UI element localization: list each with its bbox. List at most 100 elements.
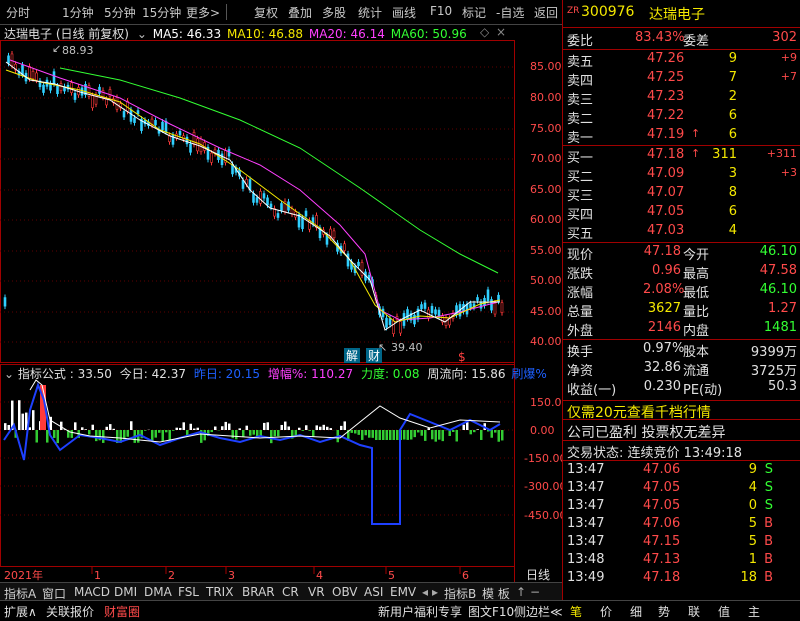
tb-duogu[interactable]: 多股 bbox=[322, 4, 346, 21]
side-tab-shi[interactable]: 势 bbox=[658, 603, 670, 620]
indicator-name[interactable]: 指标公式 bbox=[18, 367, 66, 381]
candle bbox=[137, 111, 139, 114]
quote-stat-row: 涨幅2.08%最低46.10 bbox=[563, 282, 800, 302]
orderbook-row[interactable]: 买五47.034 bbox=[563, 223, 800, 243]
tab-emv[interactable]: EMV bbox=[390, 585, 416, 599]
tab-dmi[interactable]: DMI bbox=[114, 585, 137, 599]
orderbook-row[interactable]: 买二47.093+3 bbox=[563, 166, 800, 186]
period-label[interactable]: 日线 bbox=[526, 568, 550, 582]
tab-vr[interactable]: VR bbox=[308, 585, 325, 599]
tb-back[interactable]: 返回 bbox=[534, 4, 558, 21]
tb-5min[interactable]: 5分钟 bbox=[104, 4, 136, 21]
orderbook-row[interactable]: 卖三47.232 bbox=[563, 89, 800, 109]
tick-side: B bbox=[764, 516, 773, 531]
indicator-bar bbox=[284, 422, 287, 430]
side-tab-xi[interactable]: 细 bbox=[630, 603, 642, 620]
diamond-icon[interactable]: ◇ bbox=[480, 25, 489, 39]
stat-label: 量比 bbox=[683, 301, 709, 320]
tab-obv[interactable]: OBV bbox=[332, 585, 358, 599]
side-tab-zhu[interactable]: 主 bbox=[748, 603, 760, 620]
arrow-up-icon: ↑ bbox=[691, 127, 700, 140]
tab-asi[interactable]: ASI bbox=[364, 585, 383, 599]
indicator-bar bbox=[106, 427, 109, 430]
indicator-bar bbox=[382, 430, 385, 440]
minus-icon[interactable]: − bbox=[530, 585, 540, 599]
orderbook-row[interactable]: 卖一47.19↑6 bbox=[563, 127, 800, 147]
wealth-circle-button[interactable]: 财富圈 bbox=[104, 603, 140, 620]
chevron-left-icon[interactable]: ◂ bbox=[422, 585, 428, 599]
side-tab-lian[interactable]: 联 bbox=[688, 603, 700, 620]
expand-button[interactable]: 扩展∧ bbox=[4, 603, 37, 620]
orderbook-row[interactable]: 买四47.056 bbox=[563, 204, 800, 224]
tick-time: 13:47 bbox=[567, 516, 604, 531]
orderbook-price: 47.09 bbox=[647, 166, 684, 181]
candle bbox=[81, 88, 83, 95]
tb-diejia[interactable]: 叠加 bbox=[288, 4, 312, 21]
tab-fsl[interactable]: FSL bbox=[178, 585, 199, 599]
tab-trix[interactable]: TRIX bbox=[206, 585, 233, 599]
orderbook-row[interactable]: 卖二47.226 bbox=[563, 108, 800, 128]
candle bbox=[333, 231, 335, 238]
tab-cr[interactable]: CR bbox=[282, 585, 299, 599]
side-tab-bi[interactable]: 笔 bbox=[570, 603, 582, 620]
indicator-bar bbox=[361, 430, 364, 440]
orderbook-row[interactable]: 买三47.078 bbox=[563, 185, 800, 205]
tick-side: B bbox=[764, 552, 773, 567]
indicator-bar bbox=[204, 430, 207, 440]
new-user-link[interactable]: 新用户福利专享 bbox=[378, 603, 462, 620]
indicator-bar bbox=[302, 430, 305, 431]
orderbook-level-label: 买五 bbox=[567, 223, 593, 242]
orderbook-row[interactable]: 卖五47.269+9 bbox=[563, 51, 800, 71]
time-label-6: 6 bbox=[462, 569, 469, 582]
orderbook-level-label: 卖五 bbox=[567, 51, 593, 70]
tb-fuquan[interactable]: 复权 bbox=[254, 4, 278, 21]
tb-biaoji[interactable]: 标记 bbox=[462, 4, 486, 21]
quote-stat-row: 外盘2146内盘1481 bbox=[563, 320, 800, 340]
indicator-today: 今日: 42.37 bbox=[120, 367, 186, 381]
f10-button[interactable]: 图文F10 bbox=[468, 603, 514, 620]
related-quote-button[interactable]: 关联报价 bbox=[46, 603, 94, 620]
candle bbox=[29, 66, 31, 78]
chevron-down-icon[interactable]: ⌄ bbox=[137, 27, 147, 41]
indicator-bar bbox=[386, 430, 389, 440]
ma60-label: MA60: 50.96 bbox=[391, 27, 467, 41]
marker-dollar[interactable]: $ bbox=[458, 350, 466, 364]
candle bbox=[116, 98, 118, 110]
sidebar-toggle[interactable]: 侧边栏≪ bbox=[514, 603, 563, 620]
marker-jie[interactable]: 解 bbox=[346, 349, 358, 363]
close-icon[interactable]: × bbox=[496, 25, 506, 39]
indicator-bar bbox=[456, 430, 459, 441]
side-tab-zhi[interactable]: 值 bbox=[718, 603, 730, 620]
indicator-bar bbox=[92, 425, 95, 430]
tb-1min[interactable]: 1分钟 bbox=[62, 4, 94, 21]
candle bbox=[99, 87, 101, 93]
tab-dma[interactable]: DMA bbox=[144, 585, 172, 599]
tb-tongji[interactable]: 统计 bbox=[358, 4, 382, 21]
tb-fenshi[interactable]: 分时 bbox=[6, 4, 30, 21]
tb-huaxian[interactable]: 画线 bbox=[392, 4, 416, 21]
arrow-up-icon[interactable]: ↑ bbox=[516, 585, 526, 599]
weicha-label: 委差 bbox=[683, 30, 709, 49]
tick-time: 13:48 bbox=[567, 552, 604, 567]
tb-more[interactable]: 更多> bbox=[186, 4, 220, 21]
tab-macd[interactable]: MACD bbox=[74, 585, 110, 599]
chevron-right-icon[interactable]: ▸ bbox=[432, 585, 438, 599]
marker-cai[interactable]: 财 bbox=[368, 349, 380, 363]
indicator-bar bbox=[403, 430, 406, 440]
indicator-bar bbox=[4, 423, 7, 430]
stock-title: 达瑞电子 (日线 前复权) bbox=[4, 27, 129, 41]
fundamental-value: 9399万 bbox=[751, 341, 797, 360]
indicator-bar bbox=[18, 400, 21, 430]
orderbook-row[interactable]: 买一47.18↑311+311 bbox=[563, 147, 800, 167]
side-tab-jia[interactable]: 价 bbox=[600, 603, 612, 620]
stat-value: 46.10 bbox=[760, 244, 797, 259]
indicator-bar bbox=[309, 430, 312, 431]
tb-f10[interactable]: F10 bbox=[430, 4, 452, 18]
indicator-bar bbox=[494, 430, 497, 433]
tb-zixuan[interactable]: -自选 bbox=[496, 4, 524, 21]
tab-brar[interactable]: BRAR bbox=[242, 585, 275, 599]
chevron-down-icon[interactable]: ⌄ bbox=[4, 367, 14, 381]
tb-15min[interactable]: 15分钟 bbox=[142, 4, 181, 21]
ma5-label: MA5: 46.33 bbox=[153, 27, 221, 41]
orderbook-row[interactable]: 卖四47.257+7 bbox=[563, 70, 800, 90]
